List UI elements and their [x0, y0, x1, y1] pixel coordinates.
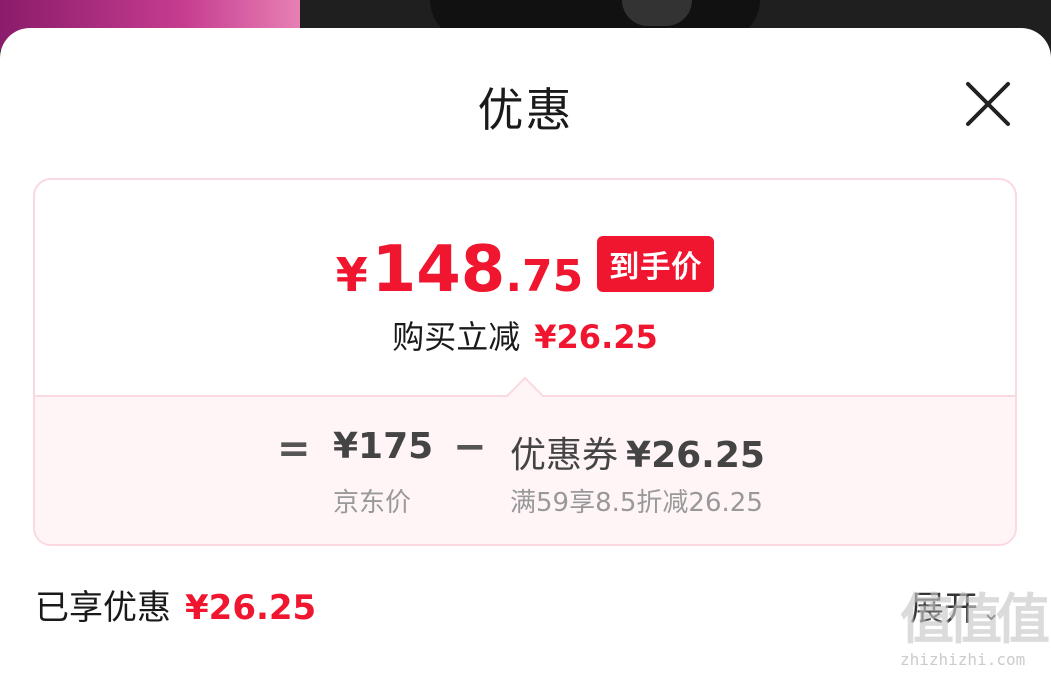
close-icon: [966, 82, 1010, 126]
close-button[interactable]: [960, 76, 1016, 132]
final-price-row: ¥ 148 .75 到手价: [35, 232, 1015, 302]
jd-price-label: 京东价: [333, 488, 412, 518]
jd-price: ¥175: [333, 426, 434, 467]
minus-sign: −: [453, 424, 487, 470]
discount-bottom-sheet: 优惠 ¥ 148 .75 到手价 购买立减 ¥26.25 = ¥175 京东价 −…: [0, 28, 1051, 677]
saving-row: 购买立减 ¥26.25: [35, 312, 1015, 358]
price-formula: = ¥175 京东价 − 优惠券 ¥26.25 满59享8.5折减26.25: [35, 420, 1015, 520]
coupon-amount: ¥26.25: [626, 435, 765, 476]
coupon-description: 满59享8.5折减26.25: [510, 488, 763, 518]
enjoyed-discount-row: 已享优惠 ¥26.25: [35, 580, 316, 629]
coupon-row: 优惠券 ¥26.25: [510, 426, 765, 478]
final-price: ¥ 148 .75: [336, 238, 584, 302]
expand-button[interactable]: 展开 ⌄: [910, 581, 1000, 630]
enjoyed-amount: ¥26.25: [185, 588, 317, 628]
price-breakdown-card: ¥ 148 .75 到手价 购买立减 ¥26.25 = ¥175 京东价 − 优惠…: [33, 178, 1017, 546]
final-price-badge: 到手价: [597, 236, 715, 292]
expand-label: 展开: [910, 589, 978, 629]
final-price-currency: ¥: [335, 248, 368, 302]
final-price-integer: 148: [371, 233, 506, 307]
chevron-down-icon: ⌄: [982, 601, 1001, 626]
final-price-decimal: .75: [505, 251, 584, 302]
coupon-label: 优惠券: [510, 435, 619, 476]
equals-sign: =: [277, 426, 311, 472]
sheet-title: 优惠: [477, 83, 574, 137]
saving-label: 购买立减: [392, 318, 521, 356]
saving-amount: ¥26.25: [534, 318, 658, 356]
enjoyed-label: 已享优惠: [35, 588, 171, 628]
